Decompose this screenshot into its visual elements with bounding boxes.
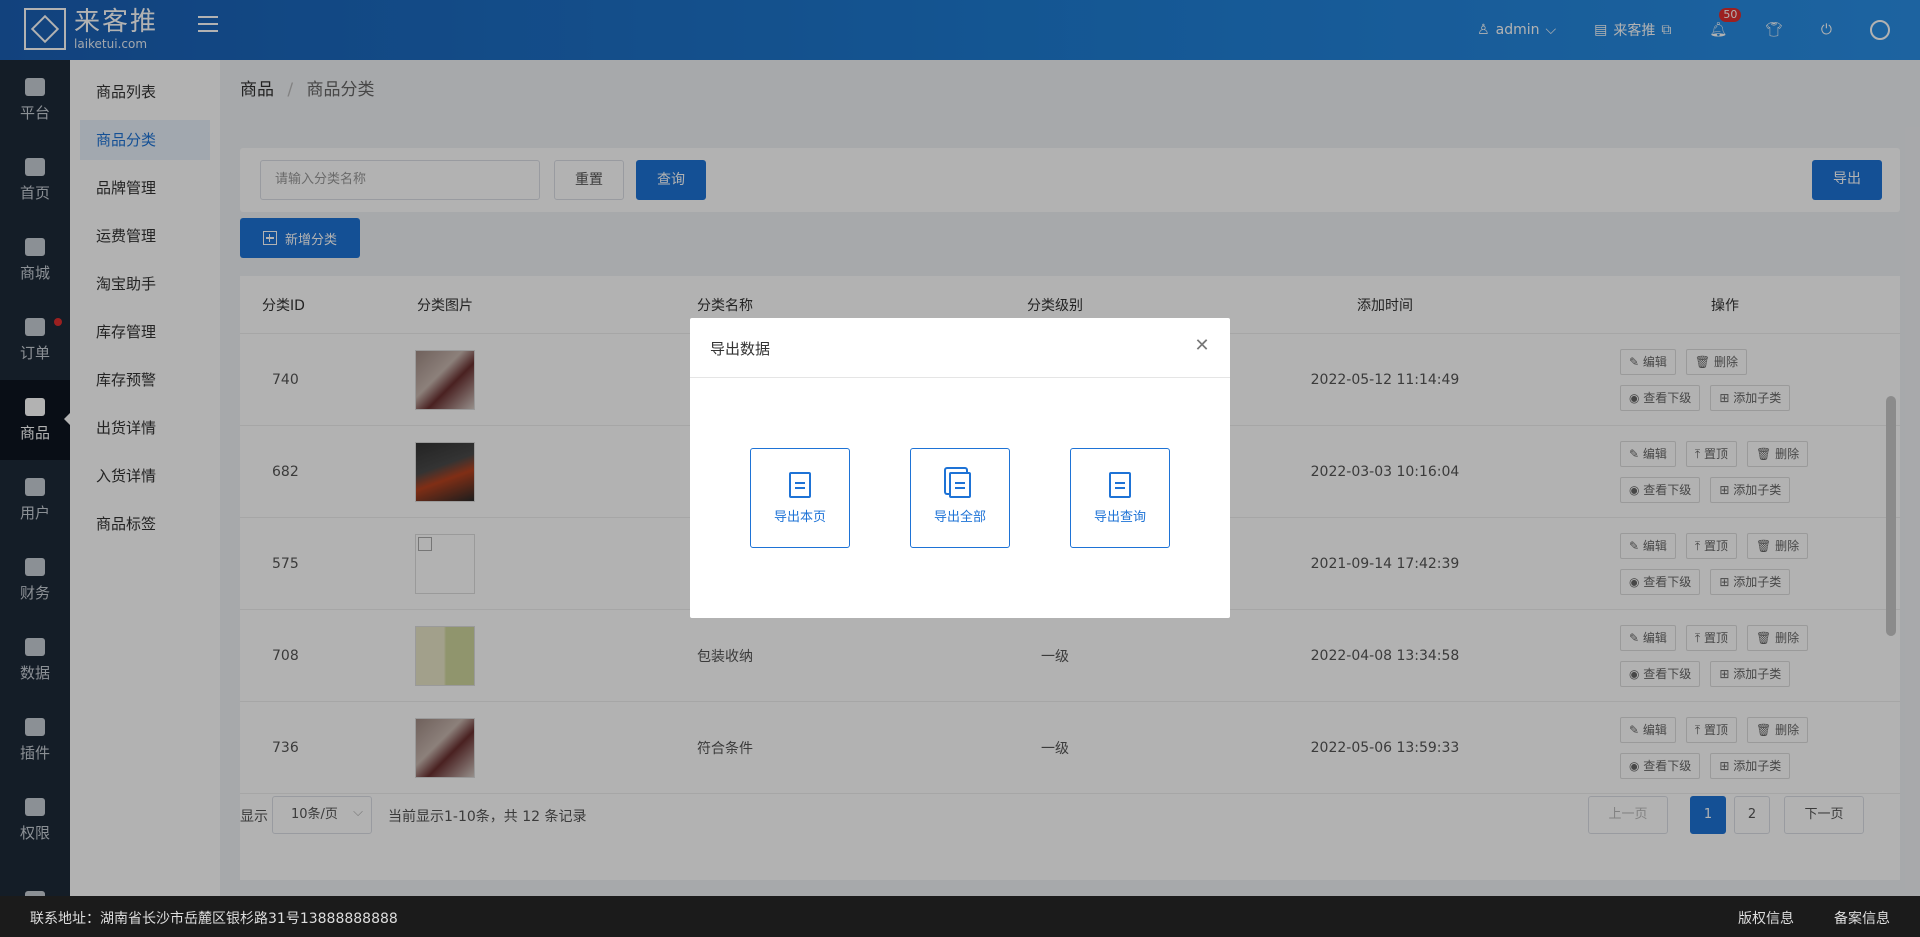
copyright-link[interactable]: 版权信息 [1738,908,1794,928]
export-option-label: 导出查询 [1093,509,1146,525]
export-dialog: 导出数据 ✕ 导出本页 导出全部 导出查询 [690,318,1230,618]
footer: 联系地址：湖南省长沙市岳麓区银杉路31号13888888888 版权信息 备案信… [0,896,1920,937]
close-icon[interactable]: ✕ [1194,336,1210,356]
export-option-label: 导出本页 [773,509,826,525]
document-icon [1109,471,1131,498]
footer-address: 联系地址：湖南省长沙市岳麓区银杉路31号13888888888 [30,911,398,927]
export-query-button[interactable]: 导出查询 [1070,448,1170,548]
export-current-page-button[interactable]: 导出本页 [750,448,850,548]
export-all-button[interactable]: 导出全部 [910,448,1010,548]
icp-link[interactable]: 备案信息 [1834,908,1890,928]
document-icon [789,471,811,498]
dialog-header: 导出数据 ✕ [690,318,1230,378]
documents-icon [949,471,971,498]
dialog-title: 导出数据 [710,340,771,358]
export-option-label: 导出全部 [933,509,986,525]
